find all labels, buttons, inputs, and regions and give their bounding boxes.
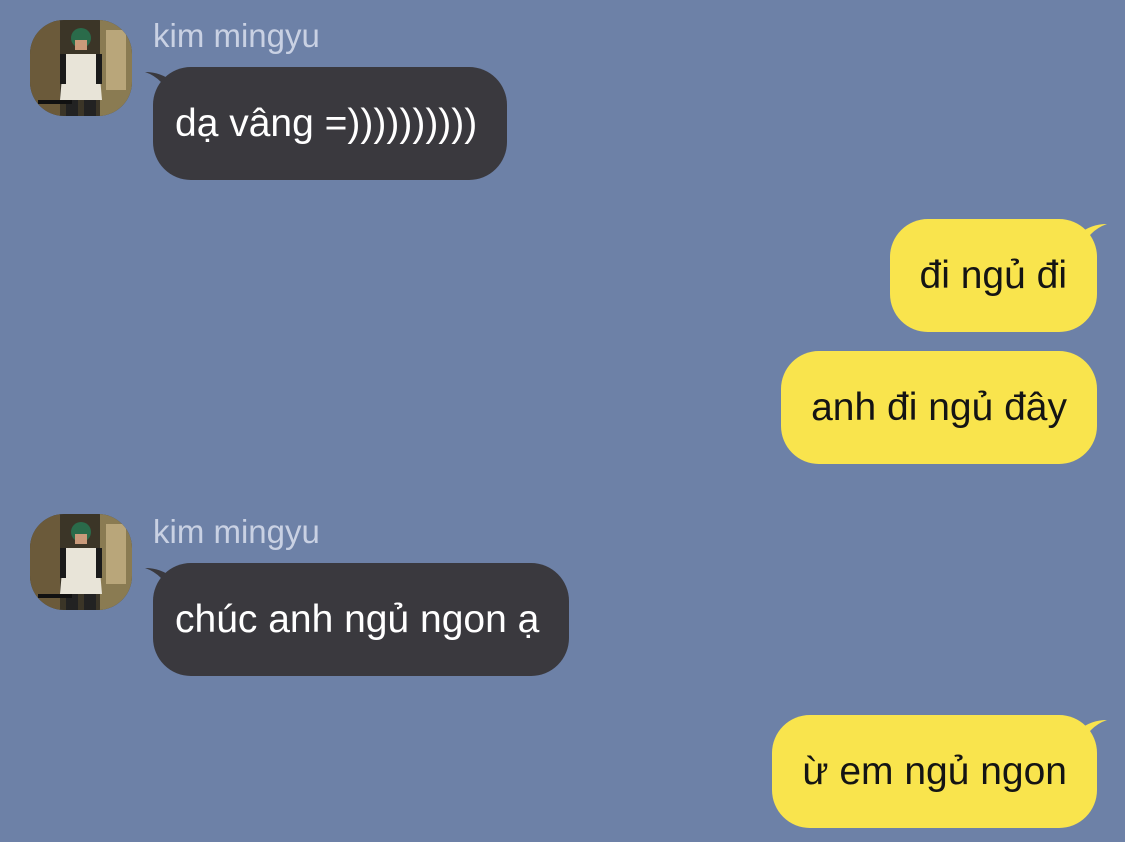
profile-photo-icon [30, 20, 132, 116]
message-text: ừ em ngủ ngon [802, 750, 1067, 793]
message-bubble-incoming[interactable]: dạ vâng =)))))))))) [153, 67, 508, 180]
message-text: chúc anh ngủ ngon ạ [175, 598, 540, 641]
avatar[interactable] [30, 20, 132, 116]
message-text: anh đi ngủ đây [811, 386, 1067, 429]
message-bubble-outgoing[interactable]: đi ngủ đi [889, 219, 1097, 332]
message-bubble-outgoing[interactable]: ừ em ngủ ngon [772, 715, 1097, 828]
chat-thread: kim mingyu dạ vâng =)))))))))) đi ngủ đi… [0, 0, 1125, 842]
message-text: đi ngủ đi [919, 254, 1067, 297]
sender-name: kim mingyu [153, 17, 320, 54]
avatar[interactable] [30, 514, 132, 610]
sender-name: kim mingyu [153, 513, 320, 550]
message-text: dạ vâng =)))))))))) [175, 102, 478, 145]
message-bubble-outgoing[interactable]: anh đi ngủ đây [781, 351, 1097, 464]
profile-photo-icon [30, 514, 132, 610]
message-bubble-incoming[interactable]: chúc anh ngủ ngon ạ [153, 563, 570, 676]
